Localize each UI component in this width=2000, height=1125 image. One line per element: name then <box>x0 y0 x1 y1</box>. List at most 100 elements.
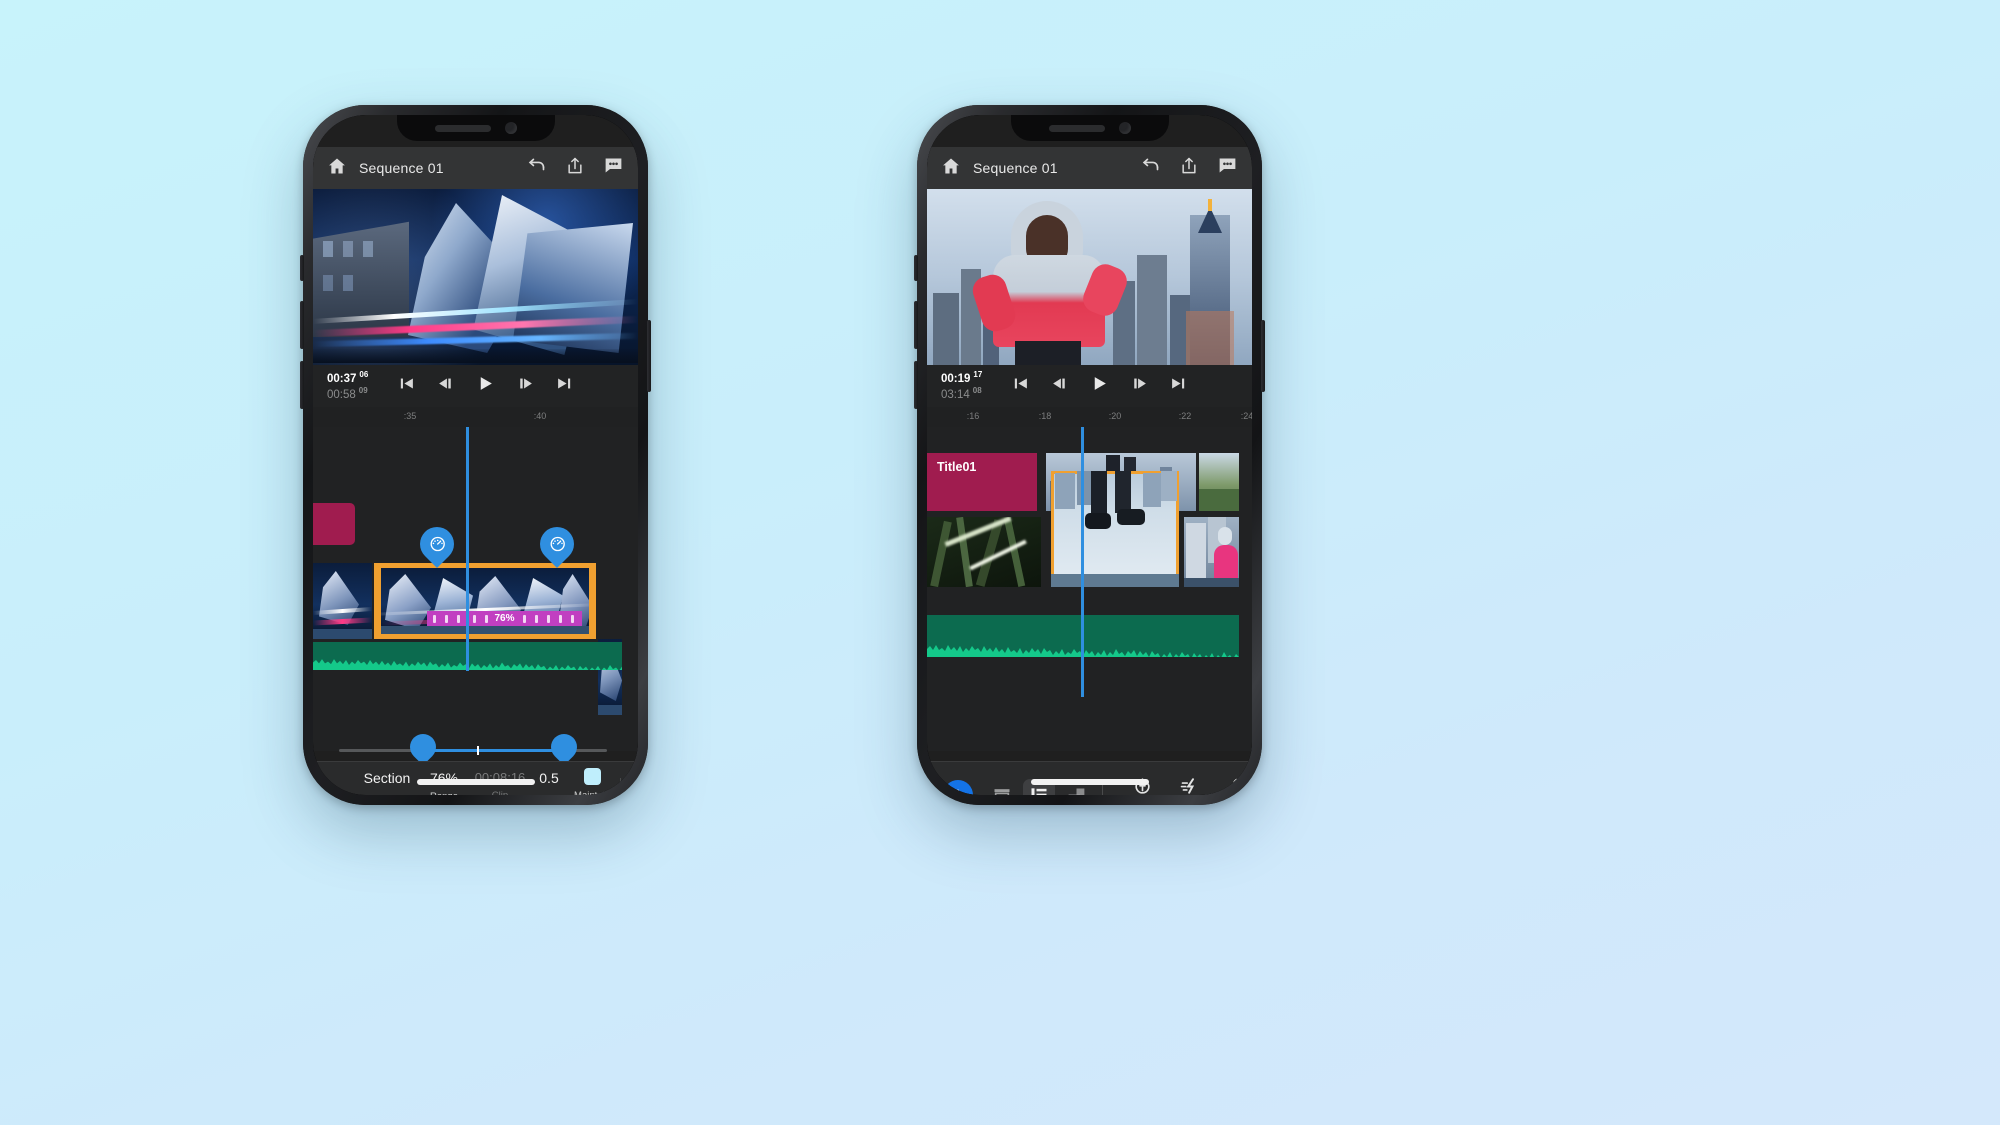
sequence-title: Sequence 01 <box>973 160 1058 176</box>
right-phone-mute-switch[interactable] <box>914 255 918 281</box>
left-range-slider[interactable] <box>313 727 638 766</box>
comment-icon[interactable] <box>1217 155 1238 181</box>
left-time-ruler[interactable]: :35 :40 <box>313 407 638 427</box>
ruler-tick: :40 <box>533 411 547 421</box>
earpiece-speaker <box>434 124 491 132</box>
speed-keyframe-pin-start[interactable] <box>412 519 462 569</box>
left-phone-volume-down[interactable] <box>300 361 304 409</box>
ruler-tick: :20 <box>1108 411 1122 421</box>
left-timecode: 00:37 06 00:58 09 <box>327 370 368 403</box>
timeline-clip-selected[interactable]: 76% <box>374 563 596 639</box>
add-media-button[interactable] <box>943 780 973 795</box>
reset-icon[interactable] <box>630 770 638 793</box>
speed-range-bar[interactable]: 76% <box>427 611 582 626</box>
earpiece-speaker <box>1048 124 1105 132</box>
right-timecode: 00:19 17 03:14 08 <box>941 370 982 403</box>
left-app-bar: Sequence 01 <box>313 147 638 189</box>
play-icon[interactable] <box>476 374 495 398</box>
tool-range-speed-label: RangeSpeed <box>430 791 458 795</box>
left-playhead[interactable] <box>466 427 469 671</box>
range-slider-fill <box>418 749 557 752</box>
total-frames: 09 <box>358 386 368 395</box>
timeline-clip-previous[interactable] <box>313 563 372 639</box>
step-forward-icon[interactable] <box>1131 375 1148 397</box>
tool-range-value: Section <box>363 770 411 786</box>
right-phone-volume-up[interactable] <box>914 301 918 349</box>
share-icon[interactable] <box>1179 156 1199 181</box>
right-transport-bar: 00:19 17 03:14 08 <box>927 365 1252 407</box>
right-home-indicator[interactable] <box>1030 779 1149 785</box>
left-home-indicator[interactable] <box>416 779 535 785</box>
sequence-title: Sequence 01 <box>359 160 444 176</box>
speed-keyframe-pin-end[interactable] <box>532 519 582 569</box>
right-phone-notch <box>1010 115 1169 141</box>
skip-start-icon[interactable] <box>398 375 415 397</box>
tool-range[interactable]: Section Range <box>357 770 417 795</box>
right-phone-screen: Sequence 01 00:19 17 03:14 08:16:18:2… <box>927 115 1252 795</box>
tool-maintain-pitch-label: MaintainPitch <box>574 790 610 795</box>
left-program-monitor[interactable] <box>313 189 638 365</box>
left-timeline[interactable]: 76% <box>313 427 638 751</box>
ruler-tick: :24 <box>1240 411 1252 421</box>
share-icon[interactable] <box>565 156 585 181</box>
tool-maintain-pitch[interactable]: MaintainPitch <box>565 768 619 795</box>
timeline-clip-person[interactable] <box>1184 517 1239 587</box>
total-frames: 08 <box>972 386 982 395</box>
right-time-ruler[interactable]: :16 :18 :20 :22 :24 <box>927 407 1252 427</box>
ruler-tick: :35 <box>403 411 417 421</box>
screenshot-canvas: Sequence 01 00:37 06 00:58 09:35:40 76… <box>0 0 2000 1125</box>
skip-end-icon[interactable] <box>556 375 573 397</box>
range-slider-midmark <box>477 746 479 755</box>
tool-ramp[interactable]: 0.5 Ramp <box>529 770 569 795</box>
left-transport-bar: 00:37 06 00:58 09 <box>313 365 638 407</box>
step-back-icon[interactable] <box>437 375 454 397</box>
undo-icon[interactable] <box>1140 155 1161 181</box>
tool-color[interactable]: Color <box>1213 776 1252 795</box>
speed-value-label: 76% <box>494 613 515 624</box>
left-phone: Sequence 01 00:37 06 00:58 09:35:40 76… <box>300 105 651 805</box>
total-time: 00:58 <box>327 388 356 401</box>
right-phone-volume-down[interactable] <box>914 361 918 409</box>
chevron-left-icon[interactable] <box>325 784 341 795</box>
right-playhead[interactable] <box>1081 427 1084 697</box>
right-playback-controls <box>1012 374 1187 398</box>
left-phone-mute-switch[interactable] <box>300 255 304 281</box>
left-phone-volume-up[interactable] <box>300 301 304 349</box>
right-program-monitor[interactable] <box>927 189 1252 365</box>
comment-icon[interactable] <box>603 155 624 181</box>
undo-icon[interactable] <box>526 155 547 181</box>
timeline-clip-forest[interactable] <box>927 517 1041 587</box>
ruler-tick: :16 <box>966 411 980 421</box>
home-icon[interactable] <box>941 156 961 181</box>
right-bottom-toolbar: Graphics Effects Color <box>927 761 1252 795</box>
range-slider-handle-start[interactable] <box>404 728 442 766</box>
left-bottom-toolbar: Section Range 76% RangeSpeed 00:08:16 Cl… <box>313 761 638 795</box>
skip-end-icon[interactable] <box>1170 375 1187 397</box>
timeline-clip-green[interactable] <box>1199 453 1239 511</box>
skip-start-icon[interactable] <box>1012 375 1029 397</box>
left-phone-notch <box>396 115 555 141</box>
home-icon[interactable] <box>327 156 347 181</box>
project-icon[interactable] <box>989 782 1015 795</box>
tool-effects[interactable]: Effects <box>1165 776 1215 795</box>
timeline-title-clip[interactable]: Title01 <box>927 453 1037 511</box>
step-back-icon[interactable] <box>1051 375 1068 397</box>
timeline-title-clip[interactable] <box>313 503 355 545</box>
front-camera-icon <box>504 122 517 134</box>
left-playback-controls <box>398 374 573 398</box>
title-clip-label: Title01 <box>937 460 977 474</box>
right-app-bar: Sequence 01 <box>927 147 1252 189</box>
tool-reset[interactable]: Reset <box>619 770 638 795</box>
range-slider-handle-end[interactable] <box>545 728 583 766</box>
left-phone-screen: Sequence 01 00:37 06 00:58 09:35:40 76… <box>313 115 638 795</box>
right-phone-power-button[interactable] <box>1261 320 1265 392</box>
tool-clip-duration-label: ClipDuration <box>482 790 518 795</box>
left-phone-power-button[interactable] <box>647 320 651 392</box>
play-icon[interactable] <box>1090 374 1109 398</box>
ruler-tick: :22 <box>1178 411 1192 421</box>
timeline-clip-selected[interactable] <box>1051 471 1179 587</box>
step-forward-icon[interactable] <box>517 375 534 397</box>
current-frames: 17 <box>973 369 983 379</box>
checkbox-checked-icon[interactable] <box>583 768 601 785</box>
right-timeline[interactable]: Title01 <box>927 427 1252 751</box>
